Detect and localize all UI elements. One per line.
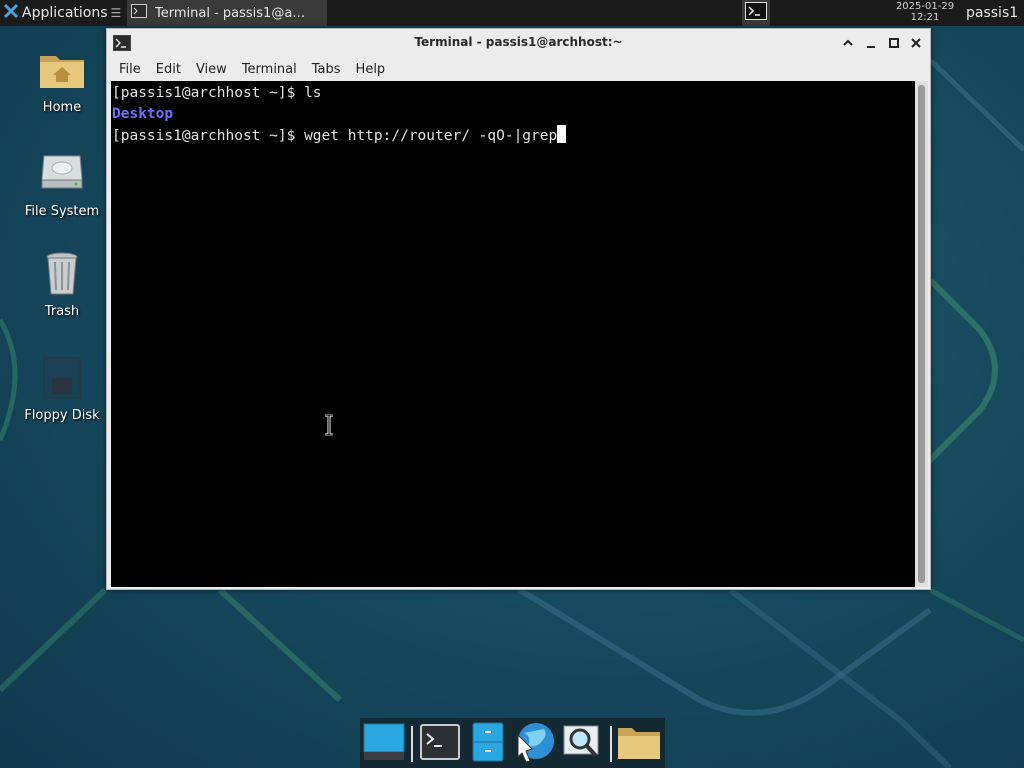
hard-drive-icon	[38, 150, 86, 198]
dock-show-desktop[interactable]	[362, 722, 406, 766]
app-finder-icon	[562, 722, 602, 766]
xfce-logo-icon	[3, 3, 19, 23]
taskbar-terminal-button[interactable]: Terminal - passis1@a…	[127, 0, 327, 26]
terminal-icon	[745, 2, 767, 24]
dock-separator	[610, 726, 612, 762]
terminal-icon	[420, 724, 460, 764]
web-browser-icon	[514, 721, 556, 767]
window-maximize-button[interactable]	[886, 35, 902, 51]
dock-file-manager[interactable]	[466, 722, 510, 766]
menu-view[interactable]: View	[196, 62, 227, 77]
directory-listing-entry: Desktop	[112, 106, 174, 122]
taskbar-terminal-label: Terminal - passis1@a…	[155, 5, 306, 21]
tray-terminal-button[interactable]	[742, 0, 770, 26]
applications-label: Applications	[22, 5, 108, 21]
panel-clock[interactable]: 2025-01-29 12:21	[880, 1, 970, 25]
terminal-line: [passis1@archhost ~]$ ls	[112, 83, 915, 104]
shell-command: ls	[304, 85, 322, 101]
minimize-icon	[865, 34, 877, 53]
menu-separator-icon: ☰	[110, 6, 122, 20]
window-close-button[interactable]	[908, 35, 924, 51]
window-menu-bar: File Edit View Terminal Tabs Help	[107, 57, 930, 81]
top-panel: Applications ☰ Terminal - passis1@a… 202…	[0, 0, 1024, 26]
show-desktop-icon	[363, 722, 405, 766]
menu-terminal[interactable]: Terminal	[242, 62, 297, 77]
dock-web-browser[interactable]	[513, 722, 557, 766]
mouse-ibeam-cursor-icon	[323, 413, 335, 440]
desktop-icon-label: File System	[24, 204, 100, 219]
terminal-window: Terminal - passis1@archhost:~ File Edit …	[106, 28, 931, 590]
chevron-up-icon	[842, 34, 854, 53]
trash-icon	[38, 250, 86, 298]
text-cursor	[557, 125, 567, 143]
menu-edit[interactable]: Edit	[156, 62, 181, 77]
close-icon	[910, 34, 922, 53]
bottom-dock	[360, 718, 665, 768]
window-title: Terminal - passis1@archhost:~	[414, 35, 623, 49]
shell-prompt: [passis1@archhost ~]$	[112, 85, 305, 101]
clock-date: 2025-01-29	[895, 1, 955, 12]
dock-app-finder[interactable]	[560, 722, 604, 766]
maximize-icon	[888, 34, 900, 53]
clock-time: 12:21	[910, 12, 940, 23]
window-shade-button[interactable]	[840, 35, 856, 51]
desktop-icon-floppy-disk[interactable]: Floppy Disk	[12, 354, 112, 423]
shell-command-input: wget http://router/ -qO-|grep	[304, 128, 558, 144]
menu-help[interactable]: Help	[356, 62, 386, 77]
dock-terminal[interactable]	[418, 722, 462, 766]
window-title-bar[interactable]: Terminal - passis1@archhost:~	[107, 29, 930, 57]
menu-file[interactable]: File	[119, 62, 141, 77]
applications-menu-button[interactable]: Applications ☰	[0, 0, 126, 26]
folder-icon	[617, 724, 661, 764]
terminal-scrollbar[interactable]	[915, 81, 928, 587]
terminal-line: [passis1@archhost ~]$ wget http://router…	[112, 125, 915, 146]
desktop-icon-trash[interactable]: Trash	[12, 250, 112, 319]
desktop-icon-file-system[interactable]: File System	[12, 150, 112, 219]
user-menu-button[interactable]: passis1	[966, 0, 1018, 26]
menu-tabs[interactable]: Tabs	[312, 62, 341, 77]
terminal-line: Desktop	[112, 104, 915, 125]
window-minimize-button[interactable]	[863, 35, 879, 51]
home-folder-icon	[38, 46, 86, 94]
terminal-icon	[131, 3, 147, 23]
terminal-text-area[interactable]: [passis1@archhost ~]$ ls Desktop [passis…	[111, 81, 915, 587]
desktop-icon-home[interactable]: Home	[12, 46, 112, 115]
file-manager-icon	[472, 722, 504, 766]
desktop-icon-label: Trash	[44, 304, 80, 319]
shell-prompt: [passis1@archhost ~]$	[112, 128, 305, 144]
dock-folder[interactable]	[617, 722, 661, 766]
dock-separator	[411, 726, 413, 762]
desktop-icon-label: Floppy Disk	[24, 408, 100, 423]
floppy-disk-icon	[38, 354, 86, 402]
desktop-icon-label: Home	[42, 100, 82, 115]
scrollbar-thumb[interactable]	[918, 85, 925, 583]
